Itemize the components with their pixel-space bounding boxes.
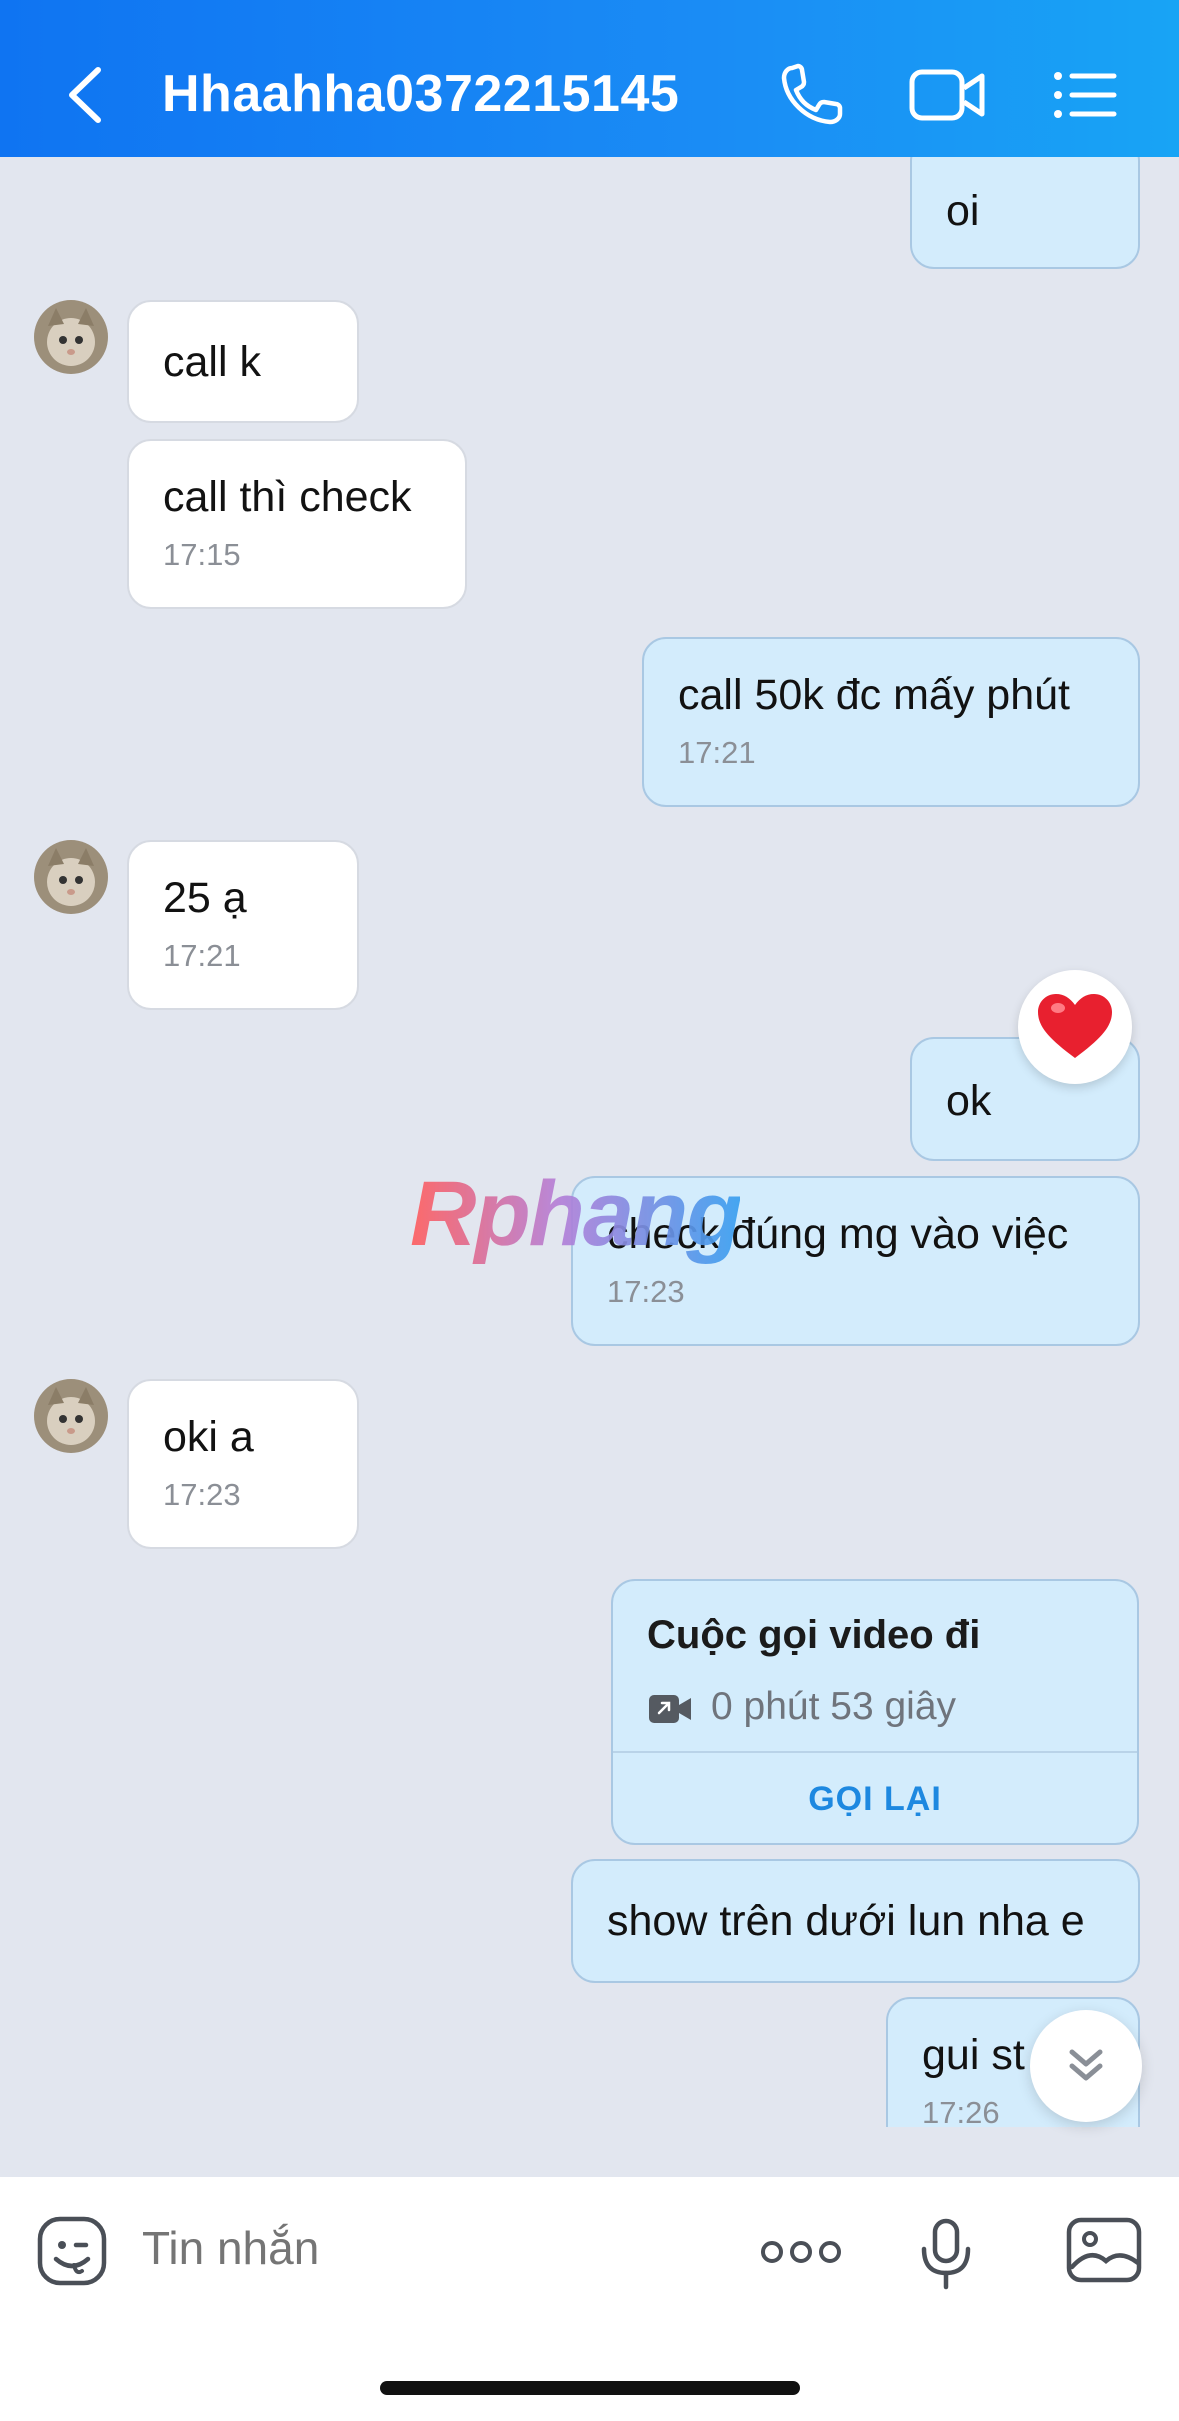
call-duration: 0 phút 53 giây [711, 1685, 957, 1728]
message-text: call 50k đc mấy phút [678, 671, 1070, 719]
call-card-title: Cuộc gọi video đi [647, 1613, 981, 1657]
home-indicator [380, 2381, 800, 2395]
phone-icon[interactable] [776, 60, 848, 130]
message-text: show trên dưới lun nha e [607, 1897, 1085, 1945]
message-bubble-incoming[interactable]: oki a 17:23 [127, 1379, 359, 1549]
message-text: call thì check [163, 473, 412, 521]
avatar[interactable] [34, 840, 108, 914]
chat-header: Hhaahha0372215145 [0, 0, 1179, 157]
contact-name[interactable]: Hhaahha0372215145 [162, 64, 679, 124]
message-text: 25 ạ [163, 874, 247, 922]
avatar[interactable] [34, 300, 108, 374]
microphone-icon[interactable] [918, 2217, 974, 2291]
sticker-icon[interactable] [36, 2215, 108, 2287]
message-time: 17:23 [607, 1274, 685, 1309]
message-bubble-incoming[interactable]: call k [127, 300, 359, 423]
list-menu-icon[interactable] [1052, 60, 1124, 130]
message-time: 17:21 [678, 735, 756, 770]
video-camera-icon[interactable] [908, 60, 985, 130]
image-icon[interactable] [1066, 2217, 1142, 2283]
avatar[interactable] [34, 1379, 108, 1453]
watermark-logo: Rphang [410, 1163, 742, 1265]
message-text: oi [946, 187, 980, 235]
message-text: call k [163, 338, 261, 386]
message-bubble-outgoing[interactable]: show trên dưới lun nha e [571, 1859, 1140, 1983]
call-back-button[interactable]: GỌI LẠI [613, 1753, 1137, 1845]
message-input[interactable] [142, 2221, 702, 2275]
more-dots-icon[interactable] [760, 2237, 842, 2267]
message-bubble-outgoing[interactable]: oi [910, 157, 1140, 269]
scroll-to-bottom-button[interactable] [1030, 2010, 1142, 2122]
message-time: 17:23 [163, 1477, 241, 1512]
message-time: 17:15 [163, 537, 241, 572]
message-bubble-incoming[interactable]: 25 ạ 17:21 [127, 840, 359, 1010]
message-bubble-incoming[interactable]: call thì check 17:15 [127, 439, 467, 609]
heart-reaction-icon[interactable] [1018, 970, 1132, 1084]
video-call-card[interactable]: Cuộc gọi video đi 0 phút 53 giây GỌI LẠI [611, 1579, 1139, 1845]
chevron-left-icon[interactable] [58, 60, 118, 130]
message-text: oki a [163, 1413, 254, 1461]
video-call-outgoing-icon [649, 1693, 691, 1725]
message-time: 17:21 [163, 938, 241, 973]
message-list[interactable]: oi call k call thì check 17:15 call 50k … [0, 157, 1179, 2127]
message-bubble-outgoing[interactable]: call 50k đc mấy phút 17:21 [642, 637, 1140, 807]
